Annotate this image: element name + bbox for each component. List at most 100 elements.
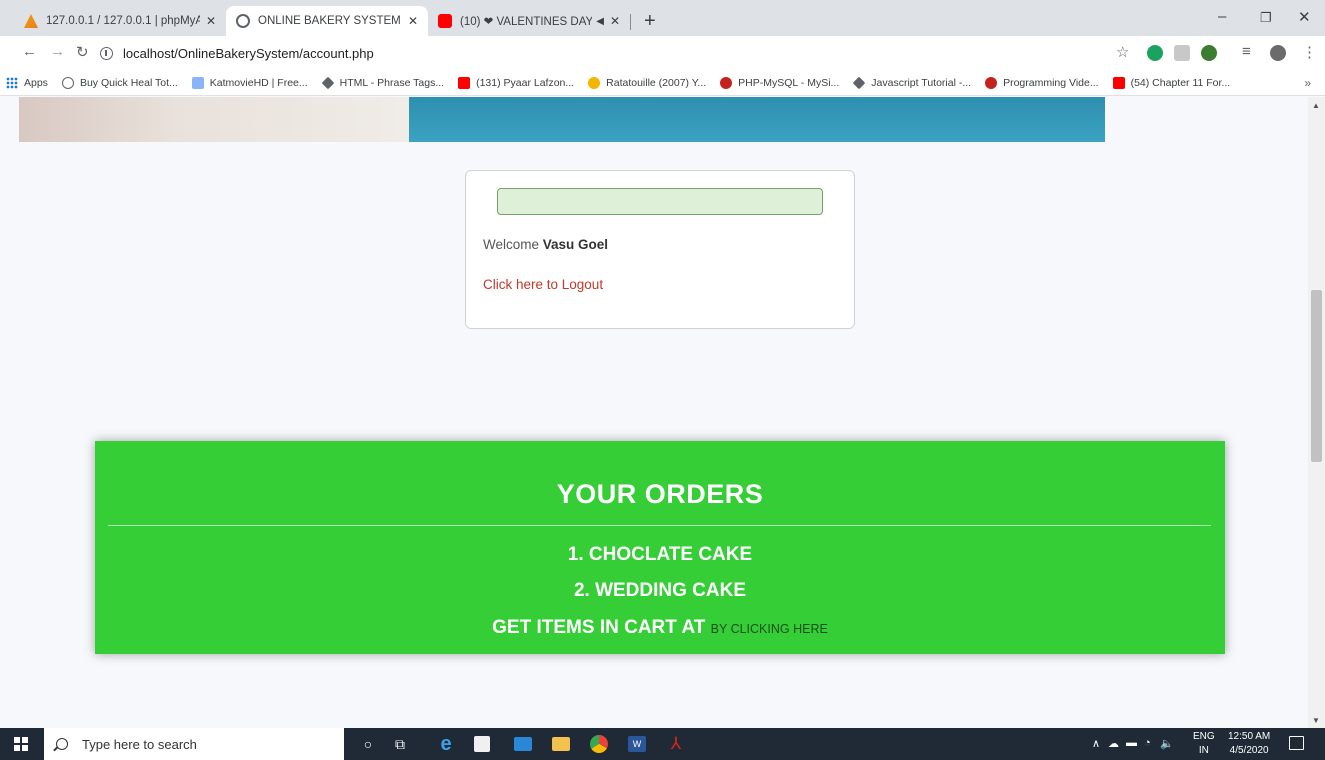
bookmark-label: Javascript Tutorial -... — [871, 76, 972, 89]
info-icon[interactable] — [100, 46, 113, 60]
bookmarks-more-button[interactable]: » — [1304, 76, 1311, 90]
account-card: Welcome Vasu Goel Click here to Logout — [465, 170, 855, 329]
extension-icon[interactable] — [1201, 45, 1217, 61]
globe-icon — [236, 14, 250, 28]
minimize-icon[interactable]: – — [1218, 8, 1226, 25]
page-viewport: Welcome Vasu Goel Click here to Logout Y… — [0, 97, 1308, 728]
order-item: 2. WEDDING CAKE — [573, 580, 747, 601]
cart-line: GET ITEMS IN CART AT BY CLICKING HERE — [95, 617, 1225, 639]
forward-icon[interactable]: → — [50, 43, 65, 60]
bookmark-label: (131) Pyaar Lafzon... — [476, 76, 575, 89]
maximize-icon[interactable]: ❐ — [1260, 10, 1272, 26]
word-icon[interactable]: W — [628, 736, 646, 752]
logout-link[interactable]: Click here to Logout — [483, 277, 603, 292]
reload-icon[interactable]: ↻ — [76, 43, 89, 61]
grammarly-icon[interactable] — [1147, 45, 1163, 61]
new-tab-button[interactable]: + — [644, 10, 656, 33]
bookmark-label: KatmovieHD | Free... — [209, 76, 308, 89]
scroll-up-icon[interactable]: ▲ — [1312, 101, 1320, 110]
orders-title: YOUR ORDERS — [556, 479, 764, 509]
clock-date: 4/5/2020 — [1229, 745, 1269, 756]
welcome-text: Welcome Vasu Goel — [483, 237, 608, 252]
reading-list-icon[interactable]: ≡ — [1242, 43, 1251, 60]
tab-separator — [630, 14, 631, 30]
region-code: IN — [1198, 745, 1209, 756]
close-icon[interactable]: ✕ — [408, 14, 418, 28]
chrome-icon[interactable] — [590, 735, 608, 753]
cart-link[interactable]: BY CLICKING HERE — [711, 622, 828, 636]
bookmark-programming-video[interactable]: Programming Vide... — [985, 76, 1099, 89]
tab-label: (10) ❤ VALENTINES DAY SP — [460, 16, 593, 28]
onedrive-icon[interactable]: ☁ — [1108, 737, 1119, 750]
windows-start-icon[interactable] — [14, 737, 28, 751]
bookmark-ratatouille[interactable]: Ratatouille (2007) Y... — [588, 76, 707, 89]
youtube-icon — [438, 14, 452, 28]
file-explorer-icon[interactable] — [552, 737, 570, 751]
html-diamond-icon — [852, 76, 866, 89]
tab-label: 127.0.0.1 / 127.0.0.1 | phpMyAdm — [46, 15, 200, 27]
order-item: 1. CHOCLATE CAKE — [567, 544, 753, 565]
bookmark-label: PHP-MySQL - MySi... — [738, 76, 840, 89]
user-name: Vasu Goel — [542, 237, 609, 252]
bookmark-label: HTML - Phrase Tags... — [339, 76, 445, 89]
language-indicator[interactable]: ENG IN — [1193, 730, 1215, 758]
bookmark-chapter-11[interactable]: (54) Chapter 11 For... — [1112, 76, 1231, 89]
bookmark-star-icon[interactable]: ☆ — [1116, 43, 1129, 61]
windows-taskbar: Type here to search ○ ⧉ e W ⅄ ∧ ☁ ▬ ◔ 🔈 … — [0, 728, 1325, 760]
scroll-thumb[interactable] — [1311, 290, 1322, 462]
scroll-down-icon[interactable]: ▼ — [1312, 716, 1320, 725]
system-clock[interactable]: 12:50 AM 4/5/2020 — [1228, 730, 1270, 758]
cortana-icon[interactable]: ○ — [358, 734, 378, 754]
ratatouille-icon — [588, 76, 601, 89]
youtube-icon — [1112, 76, 1125, 89]
taskbar-search[interactable]: Type here to search — [44, 728, 344, 760]
address-bar[interactable]: localhost/OnlineBakerySystem/account.php — [100, 40, 1100, 66]
bookmark-quick-heal[interactable]: Buy Quick Heal Tot... — [61, 76, 178, 89]
wifi-icon[interactable]: ◔ — [1144, 737, 1151, 749]
bookmark-html-phrase[interactable]: HTML - Phrase Tags... — [321, 76, 445, 89]
apps-grid-icon — [6, 76, 18, 89]
search-icon — [56, 738, 68, 750]
bookmark-php-mysql[interactable]: PHP-MySQL - MySi... — [720, 76, 840, 89]
orders-panel: YOUR ORDERS 1. CHOCLATE CAKE 2. WEDDING … — [95, 441, 1225, 654]
edge-icon[interactable]: e — [436, 733, 456, 755]
tab-youtube-valentines[interactable]: (10) ❤ VALENTINES DAY SP ◀ ✕ — [428, 6, 630, 36]
mysql-icon — [720, 76, 733, 89]
battery-icon[interactable]: ▬ — [1126, 737, 1137, 749]
close-icon[interactable]: ✕ — [206, 14, 216, 28]
task-view-icon[interactable]: ⧉ — [390, 734, 410, 754]
bookmarks-bar: Apps Buy Quick Heal Tot... KatmovieHD | … — [0, 70, 1325, 96]
notification-icon[interactable] — [1289, 736, 1304, 750]
bookmark-katmovie[interactable]: KatmovieHD | Free... — [191, 76, 308, 89]
page-scrollbar[interactable]: ▲ ▼ — [1308, 97, 1325, 728]
bookmark-javascript-tutorial[interactable]: Javascript Tutorial -... — [852, 76, 972, 89]
close-icon[interactable]: ✕ — [610, 14, 620, 28]
extension-icon[interactable] — [1174, 45, 1190, 61]
banner-image-right — [409, 97, 1105, 142]
bookmark-label: Programming Vide... — [1003, 76, 1099, 89]
tab-label: ONLINE BAKERY SYSTEM | ACCO — [258, 15, 402, 27]
store-icon[interactable] — [474, 736, 490, 752]
tray-chevron-icon[interactable]: ∧ — [1092, 737, 1100, 750]
menu-kebab-icon[interactable]: ⋮ — [1302, 43, 1317, 61]
back-icon[interactable]: ← — [22, 43, 37, 60]
bookmark-label: Ratatouille (2007) Y... — [606, 76, 707, 89]
bookmark-pyaar-lafzon[interactable]: (131) Pyaar Lafzon... — [458, 76, 575, 89]
tab-online-bakery[interactable]: ONLINE BAKERY SYSTEM | ACCO ✕ — [226, 6, 428, 36]
globe-icon — [61, 76, 74, 89]
bookmark-label: (54) Chapter 11 For... — [1130, 76, 1231, 89]
phpmyadmin-icon — [24, 14, 38, 28]
avatar[interactable] — [1270, 45, 1286, 61]
acrobat-icon[interactable]: ⅄ — [666, 734, 686, 754]
mail-icon[interactable] — [514, 737, 532, 751]
banner-image-left — [19, 97, 409, 142]
tab-phpmyadmin[interactable]: 127.0.0.1 / 127.0.0.1 | phpMyAdm ✕ — [14, 6, 226, 36]
url-text: localhost/OnlineBakerySystem/account.php — [123, 45, 374, 61]
close-window-icon[interactable]: ✕ — [1298, 8, 1311, 26]
html-diamond-icon — [321, 76, 335, 89]
bookmark-apps[interactable]: Apps — [6, 76, 48, 89]
language-code: ENG — [1193, 731, 1215, 742]
cart-prefix: GET ITEMS IN CART AT — [492, 617, 711, 638]
audio-icon[interactable]: ◀ — [596, 16, 604, 27]
volume-icon[interactable]: 🔈 — [1160, 737, 1174, 750]
